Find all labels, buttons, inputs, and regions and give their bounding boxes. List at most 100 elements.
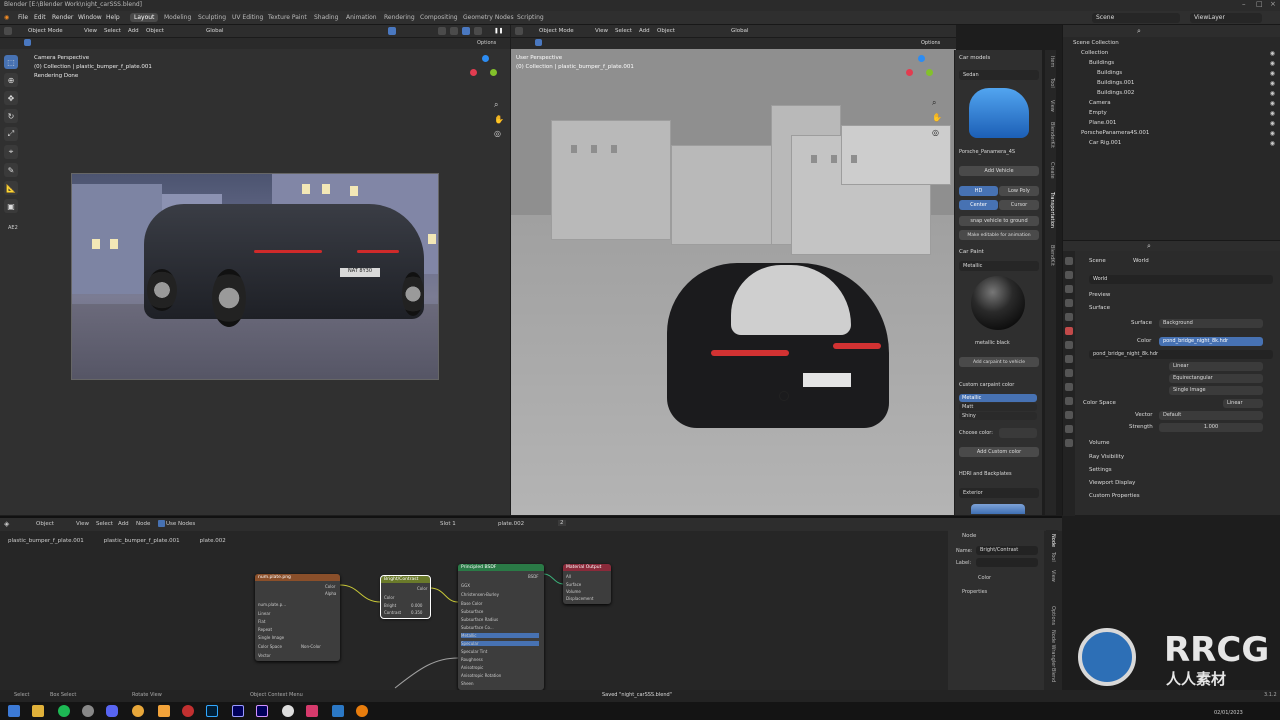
app-icon[interactable]	[82, 705, 94, 717]
node-slider[interactable]: Specular Tint	[461, 649, 487, 654]
tab-create[interactable]: Create	[1046, 162, 1055, 179]
render-tab-icon[interactable]	[1065, 271, 1073, 279]
rotate-tool-icon[interactable]: ↻	[4, 109, 18, 123]
tab-blenderkit[interactable]: BlenderKit	[1046, 122, 1055, 148]
outliner-item[interactable]: Camera ◉	[1063, 99, 1280, 109]
principled-bsdf-node[interactable]: Principled BSDF BSDF GGX Christensen-Bur…	[458, 564, 544, 690]
node-color-panel[interactable]: Color	[978, 575, 991, 581]
projection-select[interactable]: Equirectangular	[1169, 374, 1263, 383]
zoom-icon[interactable]: ⌕	[494, 100, 498, 110]
camera-viewport[interactable]: Object Mode View Select Add Object Globa…	[0, 25, 510, 515]
zoom-icon[interactable]: ⌕	[932, 98, 936, 108]
mode-select[interactable]: Object Mode	[28, 28, 63, 34]
select-box-icon[interactable]	[535, 39, 542, 46]
image-datablock[interactable]: pond_bridge_night_8k.hdr	[1089, 350, 1273, 359]
view-layer-selector[interactable]: ViewLayer	[1190, 13, 1262, 23]
pan-hand-icon[interactable]: ✋	[494, 115, 504, 124]
app-icon[interactable]	[332, 705, 344, 717]
start-icon[interactable]	[8, 705, 20, 717]
low-poly-button[interactable]: Low Poly	[999, 186, 1039, 196]
vector-field[interactable]: Default	[1159, 411, 1263, 420]
particles-tab-icon[interactable]	[1065, 369, 1073, 377]
tab-node-wrangler[interactable]: Node Wrangler	[1047, 630, 1056, 667]
chrome-icon[interactable]	[132, 705, 144, 717]
scale-tool-icon[interactable]: ⤢	[4, 127, 18, 141]
search-icon[interactable]: ⌕	[1137, 27, 1141, 36]
visibility-eye-icon[interactable]: ◉	[1270, 80, 1275, 87]
close-icon[interactable]: ×	[1270, 0, 1276, 8]
car-type-select[interactable]: Sedan	[959, 70, 1039, 80]
color-field[interactable]: pond_bridge_night_8k.hdr	[1159, 337, 1263, 346]
data-tab-icon[interactable]	[1065, 411, 1073, 419]
options-button[interactable]: Options	[921, 40, 940, 46]
view-menu[interactable]: View	[595, 28, 608, 34]
interpolation-select[interactable]: Linear	[1169, 362, 1263, 371]
scene-selector[interactable]: Scene	[1092, 13, 1180, 23]
tab-item[interactable]: Item	[1046, 56, 1055, 67]
tool-tab-icon[interactable]	[1065, 257, 1073, 265]
unreal-icon[interactable]	[282, 705, 294, 717]
hdri-type-select[interactable]: Exterior	[959, 488, 1039, 498]
camera-view-icon[interactable]: ◎	[494, 129, 501, 138]
node-dropdown[interactable]: Repeat	[258, 627, 272, 632]
camera-view-icon[interactable]: ◎	[932, 128, 939, 137]
add-menu[interactable]: Add	[128, 28, 139, 34]
paint-option-metallic[interactable]: Metallic	[959, 394, 1037, 402]
move-tool-icon[interactable]: ✥	[4, 91, 18, 105]
tab-rendering[interactable]: Rendering	[380, 13, 419, 22]
select-menu[interactable]: Select	[615, 28, 632, 34]
measure-tool-icon[interactable]: 📐	[4, 181, 18, 195]
tab-transportation[interactable]: Transportation	[1046, 192, 1055, 228]
gizmo-toggle-icon[interactable]	[388, 27, 396, 35]
outliner-item[interactable]: Buildings.001 ◉	[1063, 79, 1280, 89]
image-texture-node[interactable]: num.plate.png Color Alpha num.plate.p...…	[255, 574, 340, 661]
scene-tab-icon[interactable]	[1065, 313, 1073, 321]
app-icon[interactable]	[306, 705, 318, 717]
add-menu[interactable]: Add	[639, 28, 650, 34]
node-dropdown[interactable]: Christensen-Burley	[461, 592, 499, 597]
tab-modeling[interactable]: Modeling	[160, 13, 195, 22]
view-layer-tab-icon[interactable]	[1065, 299, 1073, 307]
viewport-display-panel[interactable]: Viewport Display	[1089, 480, 1135, 486]
paint-preview-sphere[interactable]	[971, 276, 1025, 330]
blender-logo-icon[interactable]: ◉	[4, 14, 9, 21]
visibility-eye-icon[interactable]: ◉	[1270, 50, 1275, 57]
material-tab-icon[interactable]	[1065, 425, 1073, 433]
editor-type-icon[interactable]	[515, 27, 523, 35]
outliner-item[interactable]: Buildings ◉	[1063, 59, 1280, 69]
paint-type-select[interactable]: Metallic	[959, 261, 1039, 271]
modifier-tab-icon[interactable]	[1065, 355, 1073, 363]
select-menu[interactable]: Select	[104, 28, 121, 34]
outliner-item[interactable]: Buildings ◉	[1063, 69, 1280, 79]
pause-icon[interactable]: ❚❚	[494, 28, 503, 34]
constraints-tab-icon[interactable]	[1065, 397, 1073, 405]
user-viewport[interactable]: Object Mode View Select Add Object Globa…	[511, 25, 956, 515]
visibility-eye-icon[interactable]: ◉	[1270, 60, 1275, 67]
outliner-item[interactable]: Car Rig.001 ◉	[1063, 139, 1280, 149]
orientation-select[interactable]: Global	[206, 28, 224, 34]
make-editable-button[interactable]: Make editable for animation	[959, 230, 1039, 240]
add-vehicle-button[interactable]: Add Vehicle	[959, 166, 1039, 176]
navigation-gizmo[interactable]	[906, 55, 936, 85]
output-tab-icon[interactable]	[1065, 285, 1073, 293]
outliner-item[interactable]: Buildings.002 ◉	[1063, 89, 1280, 99]
tab-uv-editing[interactable]: UV Editing	[228, 13, 267, 22]
tab-geometry-nodes[interactable]: Geometry Nodes	[459, 13, 518, 22]
tab-sculpting[interactable]: Sculpting	[194, 13, 230, 22]
object-menu[interactable]: Object	[657, 28, 675, 34]
node-slider[interactable]: Metallic	[461, 633, 539, 638]
node-panel-header[interactable]: Node	[962, 533, 976, 539]
app-icon[interactable]	[158, 705, 170, 717]
hdri-thumbnail[interactable]	[971, 504, 1025, 514]
node-slider[interactable]: Specular	[461, 641, 539, 646]
cursor-button[interactable]: Cursor	[999, 200, 1039, 210]
tab-shading[interactable]: Shading	[310, 13, 342, 22]
material-output-node[interactable]: Material Output All Surface Volume Displ…	[563, 564, 611, 604]
node-dropdown[interactable]: Single Image	[258, 635, 284, 640]
outliner-item[interactable]: Collection ◉	[1063, 49, 1280, 59]
app-icon[interactable]	[182, 705, 194, 717]
photoshop-icon[interactable]	[206, 705, 218, 717]
visibility-eye-icon[interactable]: ◉	[1270, 140, 1275, 147]
tab-compositing[interactable]: Compositing	[416, 13, 462, 22]
select-box-icon[interactable]	[24, 39, 31, 46]
